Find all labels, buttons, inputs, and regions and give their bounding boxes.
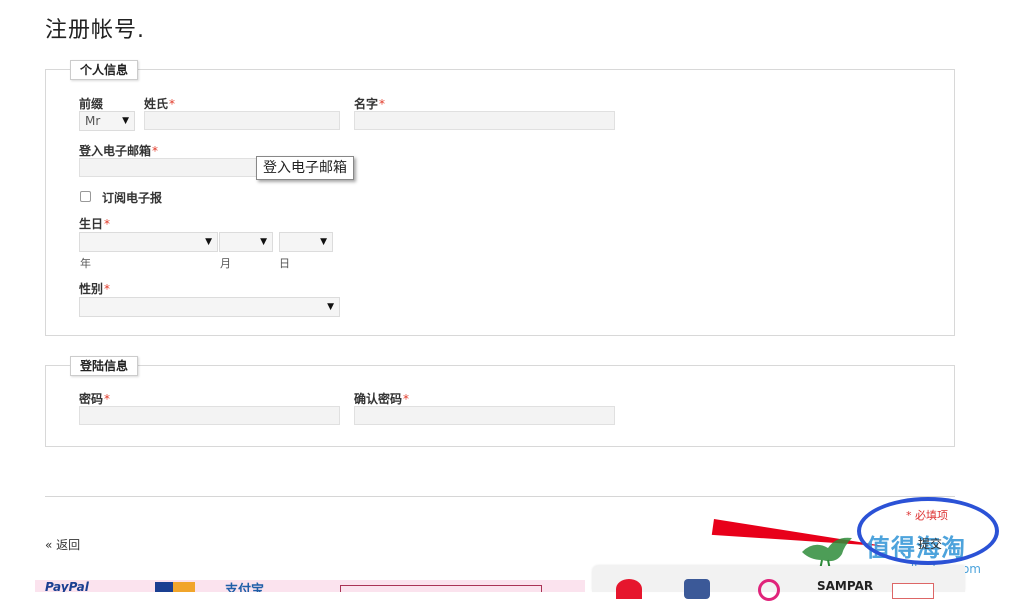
alipay-logo: 支付宝 bbox=[225, 583, 265, 592]
month-caption: 月 bbox=[220, 257, 231, 270]
required-mark: * bbox=[104, 392, 111, 406]
mail-icon[interactable] bbox=[892, 583, 934, 599]
personal-info-legend: 个人信息 bbox=[70, 60, 139, 80]
birth-year-select[interactable]: ▼ bbox=[79, 232, 218, 252]
personal-info-section: 个人信息 前缀 Mr ▼ 姓氏* 名字* 登入电子邮箱* 订阅电子报 生日* ▼… bbox=[45, 60, 955, 336]
confirm-password-label: 确认密码* bbox=[354, 390, 409, 407]
circle-icon[interactable] bbox=[758, 579, 780, 601]
required-mark: * bbox=[379, 97, 386, 111]
prefix-label: 前缀 bbox=[79, 97, 104, 111]
bird-logo-icon bbox=[802, 537, 852, 570]
payment-strip: PayPal 支付宝 bbox=[35, 580, 585, 592]
chevron-down-icon: ▼ bbox=[205, 237, 212, 247]
sampar-logo[interactable]: SAMPAR bbox=[817, 579, 873, 593]
firstname-label-text: 名字 bbox=[354, 97, 379, 111]
password-label: 密码* bbox=[79, 390, 110, 407]
confirm-password-input[interactable] bbox=[354, 406, 615, 425]
birth-day-select[interactable]: ▼ bbox=[279, 232, 333, 252]
newsletter-input[interactable] bbox=[340, 585, 542, 592]
gender-label-text: 性别 bbox=[79, 282, 104, 296]
email-label: 登入电子邮箱* bbox=[79, 142, 158, 159]
required-mark: * bbox=[403, 392, 410, 406]
divider bbox=[45, 496, 955, 497]
paypal-logo: PayPal bbox=[45, 580, 89, 592]
gender-select[interactable]: ▼ bbox=[79, 297, 340, 317]
firstname-input[interactable] bbox=[354, 111, 615, 130]
email-tooltip: 登入电子邮箱 bbox=[256, 156, 354, 180]
required-mark: * bbox=[104, 282, 111, 296]
login-info-legend: 登陆信息 bbox=[70, 356, 139, 376]
password-label-text: 密码 bbox=[79, 392, 104, 406]
required-mark: * bbox=[152, 144, 159, 158]
page-title: 注册帐号. bbox=[45, 18, 145, 43]
required-mark: * bbox=[169, 97, 176, 111]
chevron-down-icon: ▼ bbox=[122, 116, 129, 126]
facebook-icon[interactable] bbox=[684, 579, 710, 599]
confirm-password-label-text: 确认密码 bbox=[354, 392, 403, 406]
prefix-select[interactable]: Mr ▼ bbox=[79, 111, 135, 131]
lastname-input[interactable] bbox=[144, 111, 340, 130]
password-input[interactable] bbox=[79, 406, 340, 425]
card-logo-icon bbox=[173, 582, 195, 592]
birthday-label-text: 生日 bbox=[79, 217, 104, 231]
lastname-label: 姓氏* bbox=[144, 95, 175, 112]
email-label-text: 登入电子邮箱 bbox=[79, 144, 152, 158]
email-input[interactable] bbox=[79, 158, 275, 177]
firstname-label: 名字* bbox=[354, 95, 385, 112]
newsletter-label: 订阅电子报 bbox=[102, 191, 163, 205]
lastname-label-text: 姓氏 bbox=[144, 97, 169, 111]
chevron-down-icon: ▼ bbox=[327, 302, 334, 312]
day-caption: 日 bbox=[279, 257, 290, 270]
annotation-circle bbox=[857, 497, 999, 565]
required-mark: * bbox=[104, 217, 111, 231]
social-bar: SAMPAR bbox=[592, 566, 965, 601]
chevron-down-icon: ▼ bbox=[320, 237, 327, 247]
prefix-value: Mr bbox=[85, 114, 101, 128]
chevron-down-icon: ▼ bbox=[260, 237, 267, 247]
login-info-section: 登陆信息 密码* 确认密码* bbox=[45, 356, 955, 447]
newsletter-checkbox[interactable] bbox=[80, 191, 91, 202]
birth-month-select[interactable]: ▼ bbox=[219, 232, 273, 252]
back-link[interactable]: « 返回 bbox=[45, 536, 80, 553]
gender-label: 性别* bbox=[79, 280, 110, 297]
birthday-label: 生日* bbox=[79, 215, 110, 232]
weibo-icon[interactable] bbox=[616, 579, 642, 599]
year-caption: 年 bbox=[80, 257, 91, 270]
